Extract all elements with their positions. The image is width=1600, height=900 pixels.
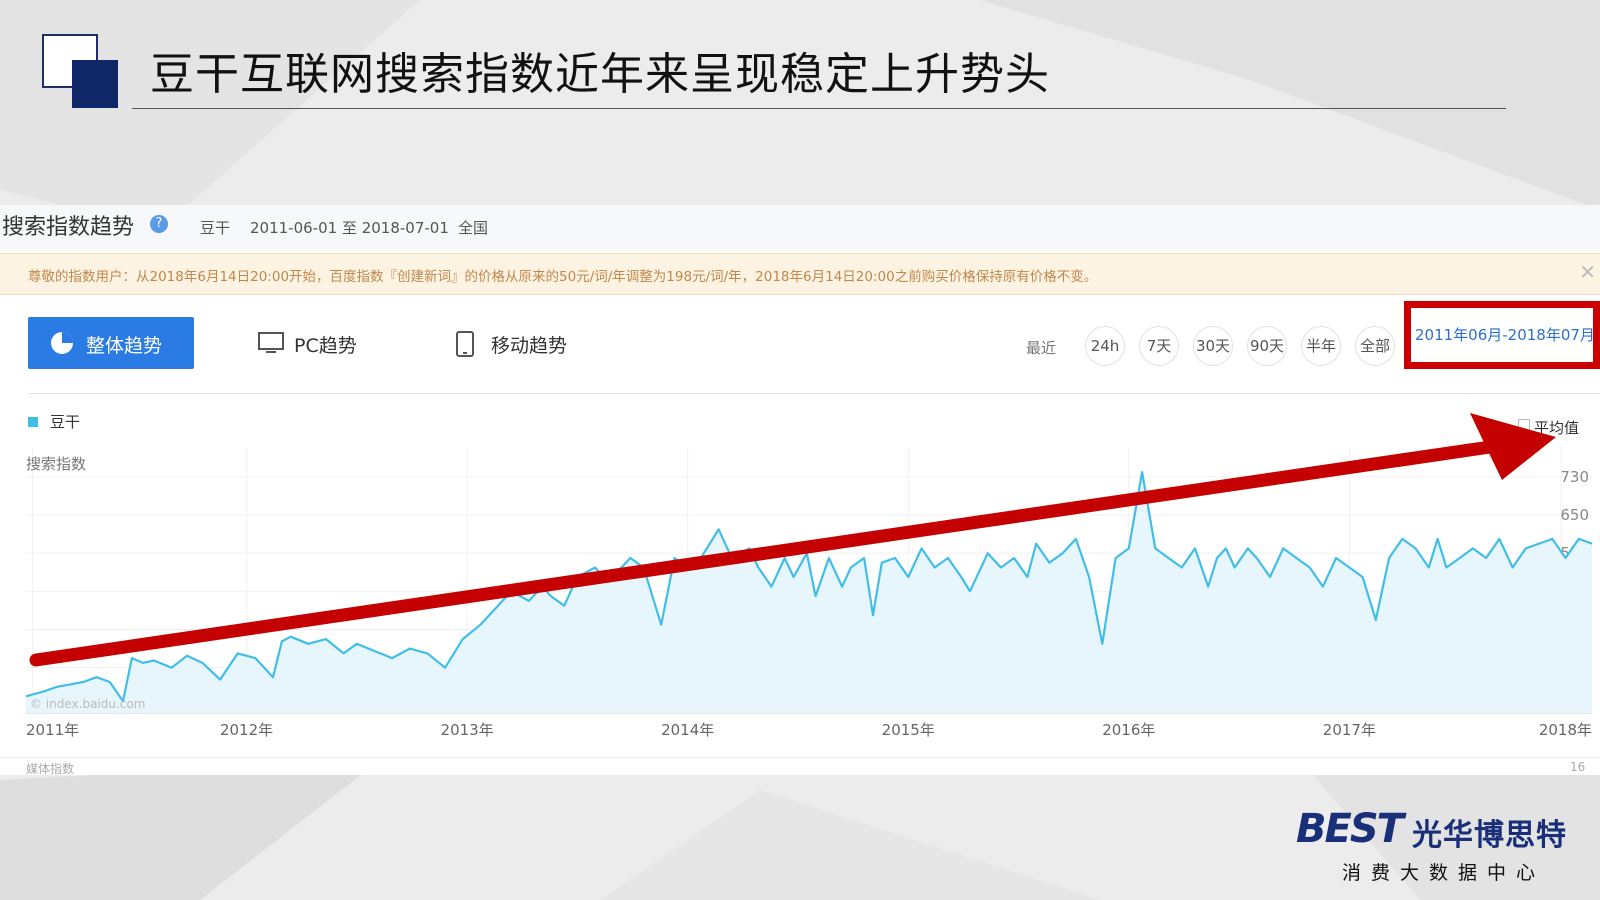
title-divider: [132, 108, 1506, 109]
x-tick-label: 2017年: [1323, 721, 1376, 739]
x-tick-label: 2015年: [882, 721, 935, 739]
x-tick-label: 2018年: [1539, 721, 1592, 739]
baidu-index-screenshot: 搜索指数趋势 ? 豆干 2011-06-01 至 2018-07-01 全国 尊…: [0, 205, 1600, 775]
y-tick-label: 730: [1560, 468, 1589, 486]
trend-chart: 2503304104905706507302011年2012年2013年2014…: [25, 413, 1593, 739]
watermark: © index.baidu.com: [30, 697, 145, 711]
media-index-value: 16: [1570, 760, 1586, 774]
brand-subtitle: 消费大数据中心: [1342, 862, 1546, 884]
x-tick-label: 2012年: [220, 721, 273, 739]
y-tick-label: 650: [1560, 506, 1589, 524]
brand-mark: BEST: [1296, 806, 1404, 852]
brand-logo: BEST 光华博思特 消费大数据中心: [1296, 800, 1586, 890]
slide-logo: [42, 34, 120, 110]
x-tick-label: 2013年: [441, 721, 494, 739]
series-area: [26, 472, 1592, 713]
x-tick-label: 2016年: [1102, 721, 1155, 739]
x-tick-label: 2011年: [26, 721, 79, 739]
media-index-strip: 媒体指数 16: [0, 757, 1600, 775]
media-index-label: 媒体指数: [26, 762, 75, 775]
slide-title: 豆干互联网搜索指数近年来呈现稳定上升势头: [150, 49, 1050, 100]
brand-name: 光华博思特: [1412, 818, 1567, 853]
x-tick-label: 2014年: [661, 721, 714, 739]
y-axis-label: 搜索指数: [26, 455, 86, 473]
